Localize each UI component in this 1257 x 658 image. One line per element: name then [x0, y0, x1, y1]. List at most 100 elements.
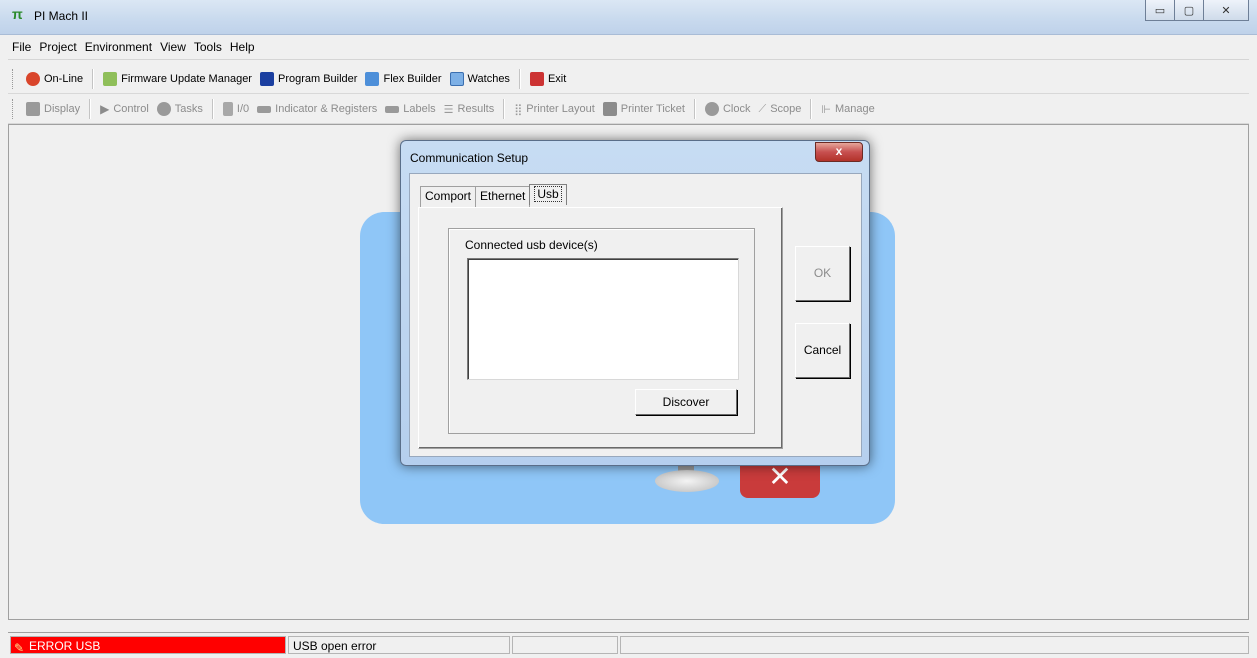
- toolbar-separator: [503, 99, 506, 119]
- window-controls: ▭ ▢ ✕: [1145, 0, 1249, 21]
- ok-button[interactable]: OK: [795, 246, 850, 301]
- tasks-button[interactable]: Tasks: [153, 102, 207, 116]
- toolbar-separator: [810, 99, 813, 119]
- display-label: Display: [44, 103, 81, 115]
- discover-button[interactable]: Discover: [635, 389, 737, 415]
- dialog-title: Communication Setup: [410, 151, 529, 165]
- plug-icon: [26, 72, 40, 86]
- toolbar-separator: [89, 99, 92, 119]
- tree-icon: [259, 72, 274, 86]
- printer-ticket-button[interactable]: Printer Ticket: [599, 102, 689, 116]
- toolbar-grip[interactable]: [12, 69, 16, 89]
- indicator-registers-button[interactable]: Indicator & Registers: [253, 103, 381, 115]
- toolbar-separator: [693, 99, 696, 119]
- clock-label: Clock: [722, 103, 751, 115]
- printer-icon: [602, 102, 617, 116]
- title-bar: π PI Mach II ▭ ▢ ✕: [0, 0, 1257, 35]
- pi-mach-icon: π: [12, 6, 23, 22]
- io-label: I/0: [236, 103, 250, 115]
- monitor-icon: [26, 102, 40, 116]
- toolbar-separator: [211, 99, 214, 119]
- gear-icon: [156, 102, 171, 116]
- io-icon: [222, 102, 233, 116]
- tab-usb[interactable]: Usb: [529, 184, 567, 205]
- manage-button[interactable]: ⊩ Manage: [817, 103, 878, 116]
- dialog-body: Comport Ethernet Usb Connected usb devic…: [409, 173, 862, 457]
- program-builder-button[interactable]: Program Builder: [256, 72, 361, 86]
- status-message: USB open error: [288, 636, 510, 654]
- error-status-text: ERROR USB: [29, 639, 101, 653]
- flex-builder-button[interactable]: Flex Builder: [361, 72, 445, 86]
- control-button[interactable]: ▶ Control: [96, 102, 153, 116]
- online-button[interactable]: On-Line: [22, 72, 87, 86]
- results-button[interactable]: ☰ Results: [440, 103, 499, 116]
- printer-layout-button[interactable]: ⣿ Printer Layout: [510, 103, 599, 116]
- tab-comport[interactable]: Comport: [420, 186, 477, 207]
- firmware-label: Firmware Update Manager: [121, 73, 252, 85]
- program-builder-label: Program Builder: [277, 73, 358, 85]
- minimize-button[interactable]: ▭: [1145, 0, 1175, 21]
- labels-button[interactable]: Labels: [381, 103, 439, 115]
- monitor-stand-icon: [655, 470, 719, 492]
- status-bar: ✎ ERROR USB USB open error: [8, 632, 1249, 655]
- grid-icon: ⣿: [514, 103, 523, 116]
- toolbar-separator: [92, 69, 95, 89]
- printer-layout-label: Printer Layout: [526, 103, 595, 115]
- results-label: Results: [457, 103, 495, 115]
- menu-project[interactable]: Project: [35, 35, 80, 59]
- chip-icon: [103, 72, 118, 86]
- window-icon: [449, 72, 464, 86]
- communication-setup-dialog: Communication Setup x Comport Ethernet U…: [400, 140, 870, 466]
- firmware-update-button[interactable]: Firmware Update Manager: [99, 72, 256, 86]
- tasks-label: Tasks: [174, 103, 203, 115]
- scope-label: Scope: [770, 103, 802, 115]
- maximize-button[interactable]: ▢: [1174, 0, 1204, 21]
- registers-icon: [257, 105, 272, 113]
- hierarchy-icon: ⊩: [821, 103, 831, 116]
- tab-strip: Comport Ethernet Usb: [420, 184, 567, 207]
- scope-button[interactable]: ⟋ Scope: [754, 103, 805, 116]
- disconnected-plug-icon: ✎: [14, 641, 25, 655]
- dialog-close-button[interactable]: x: [815, 142, 863, 162]
- control-label: Control: [113, 103, 149, 115]
- menu-bar: File Project Environment View Tools Help: [8, 35, 1249, 60]
- status-panel-3: [512, 636, 618, 654]
- tab-usb-label: Usb: [534, 186, 562, 202]
- label-tag-icon: [385, 105, 400, 113]
- error-x-icon: ✕: [740, 462, 820, 498]
- display-button[interactable]: Display: [22, 102, 84, 116]
- menu-file[interactable]: File: [8, 35, 35, 59]
- printer-ticket-label: Printer Ticket: [620, 103, 685, 115]
- cubes-icon: [365, 72, 380, 86]
- menu-view[interactable]: View: [156, 35, 190, 59]
- menu-help[interactable]: Help: [226, 35, 259, 59]
- clock-button[interactable]: Clock: [701, 102, 755, 116]
- menu-environment[interactable]: Environment: [81, 35, 156, 59]
- main-toolbar: On-Line Firmware Update Manager Program …: [8, 65, 1249, 94]
- toolbar-grip[interactable]: [12, 99, 16, 119]
- menu-tools[interactable]: Tools: [190, 35, 226, 59]
- error-status-panel: ✎ ERROR USB: [10, 636, 286, 655]
- tab-ethernet[interactable]: Ethernet: [475, 186, 531, 207]
- io-button[interactable]: I/0: [219, 102, 253, 116]
- labels-label: Labels: [403, 103, 436, 115]
- watches-label: Watches: [467, 73, 510, 85]
- flex-builder-label: Flex Builder: [383, 73, 442, 85]
- watches-button[interactable]: Watches: [446, 72, 514, 86]
- view-toolbar: Display ▶ Control Tasks I/0 Indicator & …: [8, 95, 1249, 124]
- online-label: On-Line: [44, 73, 84, 85]
- indicator-label: Indicator & Registers: [275, 103, 378, 115]
- usb-device-list[interactable]: [467, 258, 739, 380]
- exit-icon: [529, 72, 544, 86]
- exit-button[interactable]: Exit: [526, 72, 570, 86]
- scope-chart-icon: ⟋: [758, 102, 767, 115]
- status-panel-4: [620, 636, 1249, 654]
- play-icon: ▶: [100, 102, 110, 116]
- close-window-button[interactable]: ✕: [1203, 0, 1249, 21]
- clock-icon: [704, 102, 719, 116]
- cancel-button[interactable]: Cancel: [795, 323, 850, 378]
- manage-label: Manage: [834, 103, 875, 115]
- toolbar-separator: [518, 69, 521, 89]
- list-icon: ☰: [443, 103, 454, 116]
- usb-tab-panel: Connected usb device(s) Discover: [418, 207, 783, 449]
